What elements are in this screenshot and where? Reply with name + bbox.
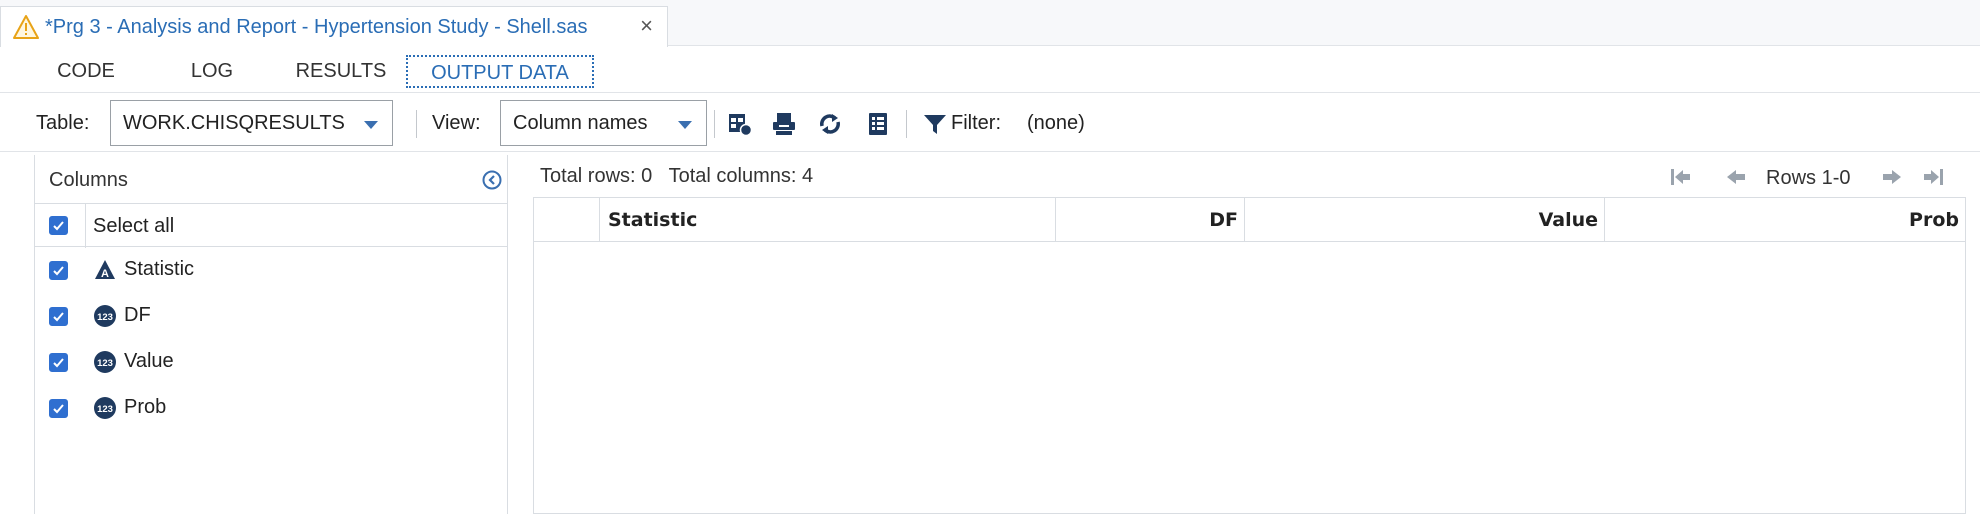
checkmark-icon <box>53 312 64 322</box>
checkmark-icon <box>53 266 64 276</box>
print-icon[interactable] <box>770 110 798 138</box>
numeric-type-icon: 123 <box>94 305 116 327</box>
filter-value: (none) <box>1027 112 1085 134</box>
total-rows: Total rows: 0 <box>540 165 653 187</box>
select-all-row[interactable]: Select all <box>35 203 507 248</box>
svg-text:123: 123 <box>97 404 113 415</box>
column-label: DF <box>124 304 151 326</box>
columns-panel-title: Columns <box>49 169 128 191</box>
column-header-statistic[interactable]: Statistic <box>600 198 1056 242</box>
close-tab-icon[interactable]: × <box>640 13 653 39</box>
document-tab-strip: *Prg 3 - Analysis and Report - Hypertens… <box>0 0 1980 47</box>
tab-log[interactable]: LOG <box>172 55 252 88</box>
chevron-down-icon <box>364 121 378 129</box>
select-all-checkbox[interactable] <box>49 216 68 235</box>
select-all-label: Select all <box>93 215 175 237</box>
tab-results[interactable]: RESULTS <box>285 55 397 88</box>
warning-triangle-icon <box>13 15 39 39</box>
toolbar-divider <box>906 110 907 138</box>
collapse-panel-icon[interactable] <box>481 169 503 191</box>
total-columns: Total columns: 4 <box>668 165 814 187</box>
table-select[interactable]: WORK.CHISQRESULTS <box>110 100 393 146</box>
checkmark-icon <box>53 358 64 368</box>
last-page-icon[interactable] <box>1922 166 1946 188</box>
table-summary: Total rows: 0 Total columns: 4 <box>540 165 813 188</box>
view-label: View: <box>432 112 481 134</box>
numeric-type-icon: 123 <box>94 351 116 373</box>
checkmark-icon <box>53 404 64 414</box>
first-page-icon[interactable] <box>1668 166 1692 188</box>
column-checkbox[interactable] <box>49 261 68 280</box>
subtab-bar: CODE LOG RESULTS OUTPUT DATA <box>0 47 1980 93</box>
column-item[interactable]: A Statistic <box>35 249 507 289</box>
svg-text:123: 123 <box>97 312 113 323</box>
column-list-icon[interactable] <box>864 110 892 138</box>
column-checkbox[interactable] <box>49 399 68 418</box>
refresh-icon[interactable] <box>816 110 844 138</box>
column-item[interactable]: 123 Value <box>35 341 507 381</box>
character-type-icon: A <box>95 260 115 280</box>
column-item[interactable]: 123 Prob <box>35 387 507 427</box>
toolbar: Table: WORK.CHISQRESULTS View: Column na… <box>0 94 1980 152</box>
rows-range: Rows 1-0 <box>1766 167 1851 189</box>
view-select[interactable]: Column names <box>500 100 707 146</box>
previous-page-icon[interactable] <box>1724 166 1748 188</box>
column-header-prob[interactable]: Prob <box>1605 198 1965 242</box>
svg-text:123: 123 <box>97 358 113 369</box>
column-checkbox[interactable] <box>49 307 68 326</box>
select-all-divider <box>85 204 86 248</box>
checkmark-icon <box>53 221 64 231</box>
row-number-header <box>534 198 600 242</box>
svg-text:A: A <box>101 268 109 280</box>
column-checkbox[interactable] <box>49 353 68 372</box>
filter-label[interactable]: Filter: <box>951 112 1001 135</box>
view-select-value: Column names <box>513 111 648 134</box>
columns-panel: Columns Select all A Statistic 123 DF 12… <box>34 155 508 514</box>
table-properties-icon[interactable] <box>726 110 754 138</box>
tab-output-data[interactable]: OUTPUT DATA <box>406 55 594 88</box>
tab-code[interactable]: CODE <box>36 55 136 88</box>
toolbar-divider <box>714 110 715 138</box>
chevron-down-icon <box>678 121 692 129</box>
table-select-value: WORK.CHISQRESULTS <box>123 111 345 134</box>
numeric-type-icon: 123 <box>94 397 116 419</box>
next-page-icon[interactable] <box>1880 166 1904 188</box>
document-tab-title: *Prg 3 - Analysis and Report - Hypertens… <box>45 15 588 38</box>
column-item[interactable]: 123 DF <box>35 295 507 335</box>
table-label: Table: <box>36 112 90 134</box>
column-label: Prob <box>124 396 167 418</box>
column-header-df[interactable]: DF <box>1056 198 1245 242</box>
column-label: Value <box>124 350 174 372</box>
column-header-value[interactable]: Value <box>1245 198 1605 242</box>
grid-header-row: Statistic DF Value Prob <box>534 198 1965 242</box>
data-grid: Statistic DF Value Prob <box>533 197 1966 514</box>
document-tab[interactable]: *Prg 3 - Analysis and Report - Hypertens… <box>0 6 668 47</box>
filter-icon[interactable] <box>921 110 949 138</box>
column-label: Statistic <box>124 258 195 280</box>
toolbar-divider <box>416 110 417 138</box>
